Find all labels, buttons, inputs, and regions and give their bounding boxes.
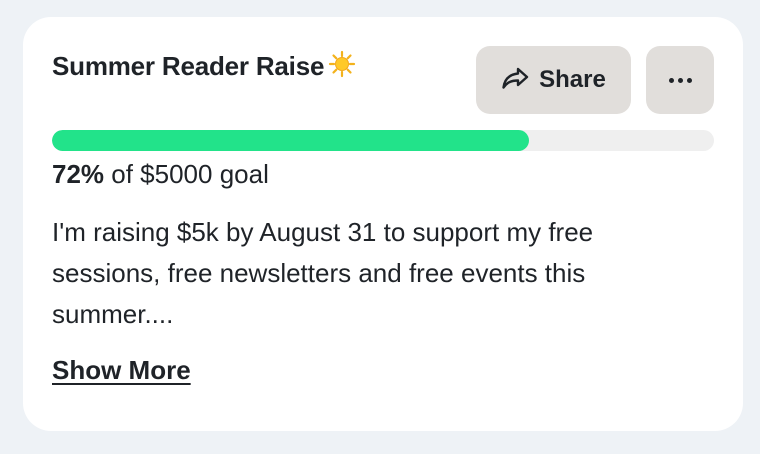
goal-progress-text: 72% of $5000 goal — [52, 159, 269, 190]
more-dots-icon — [668, 77, 692, 83]
share-arrow-icon — [501, 66, 529, 95]
show-more-link[interactable]: Show More — [52, 355, 191, 386]
progress-bar — [52, 130, 714, 151]
campaign-title-text: Summer Reader Raise — [52, 51, 325, 81]
campaign-title: Summer Reader Raise — [52, 50, 356, 85]
progress-percent: 72% — [52, 159, 105, 189]
goal-amount-text: of $5000 goal — [104, 159, 269, 189]
fundraiser-card: Summer Reader Raise Share 72% of $5000 g… — [23, 17, 743, 431]
share-button[interactable]: Share — [476, 46, 631, 114]
progress-bar-fill — [52, 130, 529, 151]
sun-icon — [328, 50, 356, 85]
campaign-description: I'm raising $5k by August 31 to support … — [52, 217, 594, 329]
more-options-button[interactable] — [646, 46, 714, 114]
share-label: Share — [539, 66, 606, 93]
